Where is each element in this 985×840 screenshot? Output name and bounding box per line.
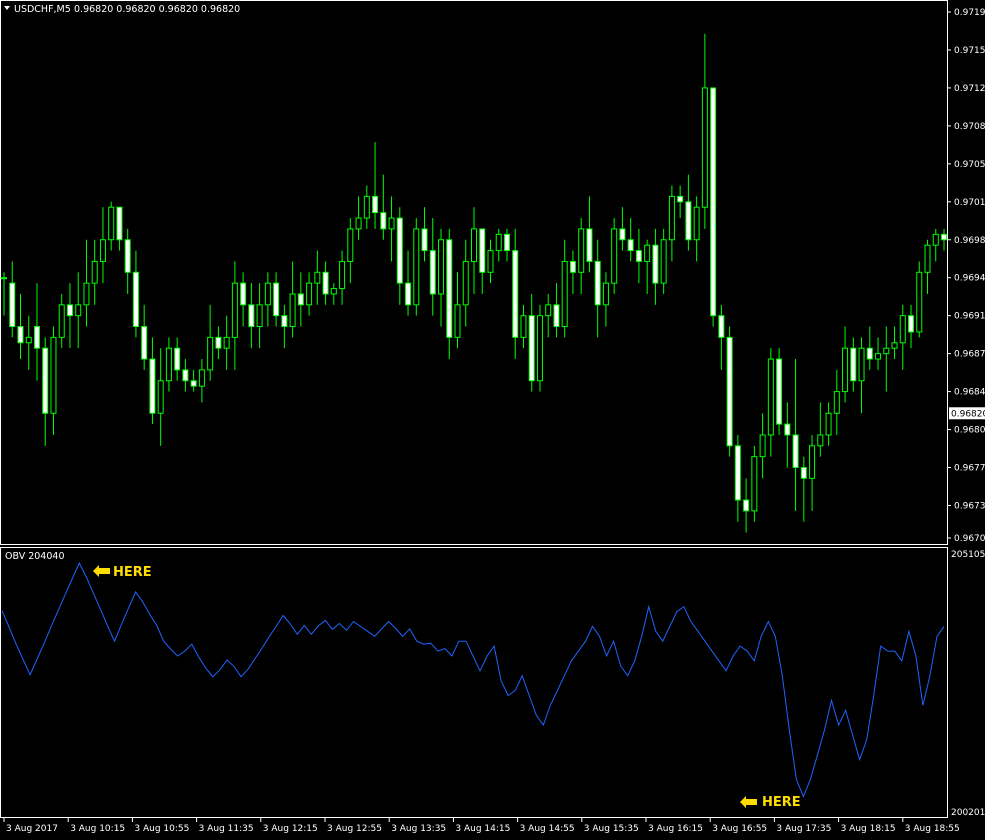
obv-axis-max: 205105 [951,550,985,560]
time-axis-label: 3 Aug 15:35 [584,824,639,834]
current-price-marker: 0.96820 [949,407,985,420]
candle [776,348,783,435]
time-axis-label: 3 Aug 14:55 [520,824,575,834]
price-axis[interactable]: 0.97190 0.97155 0.97120 0.97085 0.97050 0.970… [947,8,985,544]
time-axis-label: 3 Aug 13:35 [391,824,446,834]
price-axis-label: 0.96840 [954,388,985,398]
time-axis-label: 3 Aug 17:35 [776,824,831,834]
price-axis-label: 0.96770 [954,464,985,474]
candle [751,445,758,522]
price-axis-label: 0.96945 [954,274,985,284]
price-axis-label: 0.96735 [954,501,985,511]
candle [536,304,543,392]
time-axis-label: 3 Aug 11:35 [199,824,254,834]
time-axis-label: 3 Aug 10:15 [70,824,125,834]
price-axis-label: 0.97190 [954,8,985,18]
time-axis-label: 3 Aug 14:15 [455,824,510,834]
price-axis-label: 0.96980 [954,236,985,246]
candle [413,218,420,316]
price-axis-label: 0.97120 [954,84,985,94]
price-axis-label: 0.97015 [954,198,985,208]
obv-title: OBV 204040 [5,551,65,562]
time-axis-label: 3 Aug 16:15 [648,824,703,834]
time-axis-label: 3 Aug 18:15 [841,824,896,834]
symbol-title: USDCHF,M5 [14,4,71,15]
price-axis-label: 0.97155 [954,46,985,56]
obv-axis-min: 200201 [951,808,985,818]
annotation-label: HERE [113,565,152,580]
price-axis-label: 0.96875 [954,350,985,360]
candle [611,218,618,294]
price-axis-label: 0.97085 [954,122,985,132]
time-axis-label: 3 Aug 10:55 [134,824,189,834]
time-axis[interactable]: 3 Aug 2017 3 Aug 10:15 3 Aug 10:55 3 Aug 11… [3,818,960,834]
price-axis-label: 0.96910 [954,312,985,322]
price-axis-label: 0.96705 [954,534,985,544]
candle [916,261,923,338]
time-axis-label: 3 Aug 12:15 [263,824,318,834]
candle [726,326,733,457]
chart-window[interactable]: USDCHF,M5 0.96820 0.96820 0.96820 0.9682… [0,0,985,840]
time-axis-label: 3 Aug 2017 [6,824,58,834]
price-axis-label: 0.97050 [954,160,985,170]
obv-axis[interactable]: 205105 200201 [951,550,985,818]
symbol-header[interactable]: USDCHF,M5 0.96820 0.96820 0.96820 0.9682… [4,4,240,15]
candle [710,87,717,327]
time-axis-label: 3 Aug 16:55 [712,824,767,834]
price-axis-label: 0.96805 [954,426,985,436]
time-axis-label: 3 Aug 18:55 [905,824,960,834]
time-axis-label: 3 Aug 12:55 [327,824,382,834]
obv-pane[interactable] [0,547,948,818]
symbol-ohlc: 0.96820 0.96820 0.96820 0.96820 [74,4,240,15]
annotation-label: HERE [762,795,801,810]
current-price-label: 0.96820 [951,409,985,419]
